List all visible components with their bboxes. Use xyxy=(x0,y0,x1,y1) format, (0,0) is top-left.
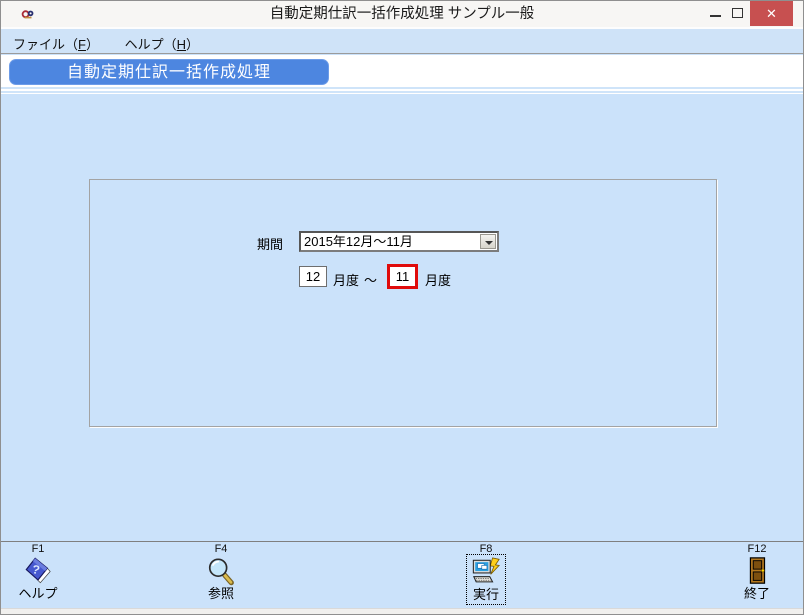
header-divider-stripes xyxy=(1,85,803,94)
help-fkey-label: F1 xyxy=(8,544,68,555)
help-book-icon: ? xyxy=(23,556,53,586)
execute-button-label: 実行 xyxy=(471,587,501,602)
execute-focus-outline: 実行 xyxy=(467,555,505,604)
month-to-input[interactable] xyxy=(387,264,418,289)
execute-computer-icon xyxy=(471,557,501,587)
menu-bar: ファイル（F） ヘルプ（H） xyxy=(1,27,803,54)
exit-button-label: 終了 xyxy=(727,586,787,601)
browse-button-label: 参照 xyxy=(191,586,251,601)
period-select[interactable]: 2015年12月～11月 xyxy=(299,231,499,252)
execute-button[interactable]: F8 実行 xyxy=(456,544,516,604)
window-title: 自動定期仕訳一括作成処理 サンプル一般 xyxy=(1,1,803,27)
magnifier-icon xyxy=(206,556,236,586)
form-panel xyxy=(89,179,717,427)
menu-item-help[interactable]: ヘルプ（H） xyxy=(113,29,209,53)
tilde-label: ～ xyxy=(364,270,377,289)
browse-fkey-label: F4 xyxy=(191,544,251,555)
window-bottom-border xyxy=(1,608,803,615)
month-from-input[interactable] xyxy=(299,266,327,287)
help-button[interactable]: F1 ? ヘルプ xyxy=(8,544,68,601)
chevron-down-icon xyxy=(485,241,493,245)
browse-button[interactable]: F4 参照 xyxy=(191,544,251,601)
close-button[interactable]: ✕ xyxy=(750,1,793,26)
month-to-suffix-label: 月度 xyxy=(425,270,451,289)
period-dropdown-button[interactable] xyxy=(480,234,496,249)
header-strip: 自動定期仕訳一括作成処理 xyxy=(1,55,803,85)
exit-button[interactable]: F12 終了 xyxy=(727,544,787,601)
maximize-icon xyxy=(732,8,743,18)
exit-door-icon xyxy=(742,556,772,586)
app-window: 自動定期仕訳一括作成処理 サンプル一般 ✕ ファイル（F） ヘルプ（H） 自動定… xyxy=(0,0,804,615)
minimize-button[interactable] xyxy=(705,1,727,26)
page-title: 自動定期仕訳一括作成処理 xyxy=(67,64,271,81)
title-bar: 自動定期仕訳一括作成処理 サンプル一般 ✕ xyxy=(1,1,803,27)
exit-fkey-label: F12 xyxy=(727,544,787,555)
close-icon: ✕ xyxy=(766,6,777,21)
minimize-icon xyxy=(710,15,721,17)
execute-fkey-label: F8 xyxy=(456,544,516,555)
help-button-label: ヘルプ xyxy=(8,586,68,601)
page-title-tab: 自動定期仕訳一括作成処理 xyxy=(9,59,329,85)
maximize-button[interactable] xyxy=(727,1,749,26)
main-body: 期間 2015年12月～11月 月度 ～ 月度 xyxy=(1,94,803,541)
function-key-toolbar: F1 ? ヘルプ F4 参照 xyxy=(1,542,803,608)
menu-item-file[interactable]: ファイル（F） xyxy=(1,29,109,53)
period-label: 期間 xyxy=(257,234,283,253)
period-select-value: 2015年12月～11月 xyxy=(304,234,413,249)
month-from-suffix-label: 月度 xyxy=(333,270,359,289)
